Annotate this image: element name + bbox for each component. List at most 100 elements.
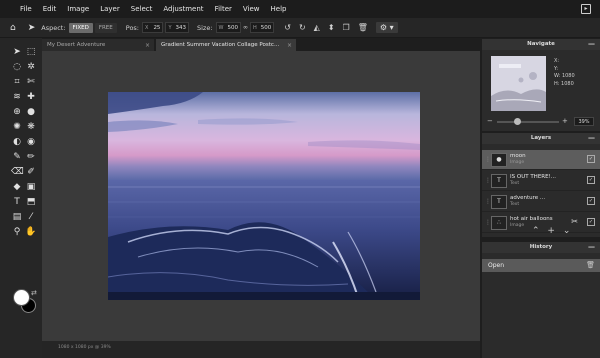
shape-tool-icon[interactable]: ⬒ (25, 196, 37, 208)
blur-tool-icon[interactable]: ● (25, 106, 37, 118)
clone-tool-icon[interactable]: ⊕ (11, 106, 23, 118)
pos-x-field[interactable]: X 25 (142, 22, 164, 33)
pencil-tool-icon[interactable]: ✏ (25, 151, 37, 163)
eraser-tool-icon[interactable]: ⌫ (11, 166, 24, 178)
flip-vertical-icon[interactable]: ⬍ (328, 23, 335, 32)
minimize-icon[interactable]: — (588, 39, 595, 50)
settings-gear-icon[interactable]: ⚙ ▾ (375, 22, 398, 33)
pos-y-key: Y (168, 24, 172, 31)
nav-h-value: 1080 (561, 80, 574, 87)
duplicate-icon[interactable]: ❐ (343, 23, 350, 32)
zoom-out-icon[interactable]: − (487, 117, 493, 125)
zoom-slider-handle[interactable] (514, 118, 521, 125)
size-h-field[interactable]: H 500 (250, 22, 275, 33)
flip-horizontal-icon[interactable]: ◭ (314, 23, 320, 32)
burn-tool-icon[interactable]: ◉ (25, 136, 37, 148)
navigator-thumbnail[interactable] (491, 56, 546, 111)
rotate-right-icon[interactable]: ↻ (299, 23, 306, 32)
layer-thumbnail: T (491, 195, 507, 209)
menu-file[interactable]: File (20, 5, 32, 13)
nav-y-label: Y: (554, 65, 559, 72)
tab-gradient-summer-vacation[interactable]: Gradient Summer Vacation Collage Postc..… (156, 39, 296, 51)
menu-adjustment[interactable]: Adjustment (163, 5, 203, 13)
document-tabs: My Desert Adventure × Gradient Summer Va… (42, 39, 298, 51)
rotate-left-icon[interactable]: ↺ (284, 23, 291, 32)
tab-close-icon[interactable]: × (287, 42, 292, 49)
menu-layer[interactable]: Layer (100, 5, 120, 13)
pattern-tool-icon[interactable]: ❋ (25, 121, 37, 133)
menu-select[interactable]: Select (131, 5, 153, 13)
menu-filter[interactable]: Filter (215, 5, 232, 13)
menu-edit[interactable]: Edit (43, 5, 57, 13)
aspect-fixed-button[interactable]: FIXED (68, 22, 93, 33)
text-tool-icon[interactable]: T (11, 196, 23, 208)
add-layer-icon[interactable]: + (547, 226, 555, 236)
zoom-input[interactable]: 39% (574, 117, 594, 126)
window-toggle-icon[interactable]: ▸ (581, 4, 591, 14)
liquify-tool-icon[interactable]: ≋ (11, 91, 23, 103)
crop-tool-icon[interactable]: ⌗ (11, 76, 23, 88)
nav-h-label: H: (554, 80, 560, 87)
canvas-area[interactable] (42, 51, 480, 341)
minimize-icon[interactable]: — (588, 133, 595, 144)
layer-row[interactable]: ⋮ T adventure ... Text ✓ (482, 192, 600, 212)
minimize-icon[interactable]: — (588, 242, 595, 253)
pos-y-field[interactable]: Y 343 (165, 22, 189, 33)
canvas-image[interactable] (108, 92, 420, 300)
swap-colors-icon[interactable]: ⇄ (31, 289, 37, 297)
layer-visibility-checkbox[interactable]: ✓ (587, 197, 595, 205)
marquee-tool-icon[interactable]: ⬚ (25, 46, 37, 58)
layer-row[interactable]: ⋮ ● moon Image ✓ (482, 150, 600, 170)
size-h-key: H (253, 24, 257, 31)
layer-type: Text (510, 202, 520, 207)
eyedropper-tool-icon[interactable]: ⁄ (25, 211, 37, 223)
layer-visibility-checkbox[interactable]: ✓ (587, 218, 595, 226)
menu-view[interactable]: View (243, 5, 260, 13)
tool-panel: ➤ ⬚ ◌ ✲ ⌗ ✄ ≋ ✚ ⊕ ● ✺ ❋ ◐ ◉ ✎ ✏ ⌫ ✐ ◆ ▣ … (0, 38, 42, 358)
healing-tool-icon[interactable]: ✚ (25, 91, 37, 103)
gradient-tool-icon[interactable]: ▣ (25, 181, 37, 193)
size-w-field[interactable]: W 500 (215, 22, 241, 33)
link-icon[interactable]: ∞ (243, 24, 248, 31)
layers-title: Layers (530, 135, 552, 141)
move-tool-icon[interactable]: ➤ (11, 46, 23, 58)
move-up-icon[interactable]: ⌃ (532, 226, 540, 236)
sponge-tool-icon[interactable]: ✺ (11, 121, 23, 133)
color-replace-tool-icon[interactable]: ✐ (25, 166, 37, 178)
seascape-photo (108, 92, 420, 300)
layer-visibility-checkbox[interactable]: ✓ (587, 155, 595, 163)
fill-tool-icon[interactable]: ◆ (11, 181, 23, 193)
status-bar: 1080 x 1080 px @ 39% (42, 341, 480, 358)
menu-bar: File Edit Image Layer Select Adjustment … (0, 0, 600, 18)
zoom-slider[interactable] (497, 118, 559, 125)
layer-thumbnail: ∴ (491, 216, 507, 230)
home-icon[interactable]: ⌂ (10, 23, 16, 33)
layer-row[interactable]: ⋮ T IS OUT THERE!... Text ✓ (482, 171, 600, 191)
menu-help[interactable]: Help (271, 5, 287, 13)
history-title: History (529, 244, 553, 250)
zoom-tool-icon[interactable]: ⚲ (11, 226, 23, 238)
layer-visibility-checkbox[interactable]: ✓ (587, 176, 595, 184)
foreground-color-swatch[interactable] (13, 289, 30, 306)
history-item[interactable]: Open 🗑 (482, 259, 600, 272)
tab-my-desert-adventure[interactable]: My Desert Adventure × (42, 39, 154, 51)
aspect-free-button[interactable]: FREE (94, 22, 117, 33)
scissors-icon[interactable]: ✂ (571, 217, 578, 226)
menu-image[interactable]: Image (67, 5, 89, 13)
brush-tool-icon[interactable]: ✎ (11, 151, 23, 163)
pointer-icon[interactable]: ➤ (28, 23, 36, 33)
canvas-dimensions-text: 1080 x 1080 px @ 39% (58, 345, 111, 350)
layer-thumbnail: T (491, 174, 507, 188)
lasso-tool-icon[interactable]: ◌ (11, 61, 23, 73)
tab-close-icon[interactable]: × (145, 42, 150, 49)
layer-name: moon (510, 153, 526, 159)
slice-tool-icon[interactable]: ✄ (25, 76, 37, 88)
delete-icon[interactable]: 🗑 (358, 23, 368, 32)
dodge-tool-icon[interactable]: ◐ (11, 136, 23, 148)
hand-tool-icon[interactable]: ✋ (25, 226, 37, 238)
magic-wand-tool-icon[interactable]: ✲ (25, 61, 37, 73)
trash-icon[interactable]: 🗑 (586, 261, 595, 269)
zoom-in-icon[interactable]: + (562, 117, 568, 125)
image-tool-icon[interactable]: ▤ (11, 211, 23, 223)
chevron-down-icon[interactable]: ⌄ (563, 226, 571, 236)
